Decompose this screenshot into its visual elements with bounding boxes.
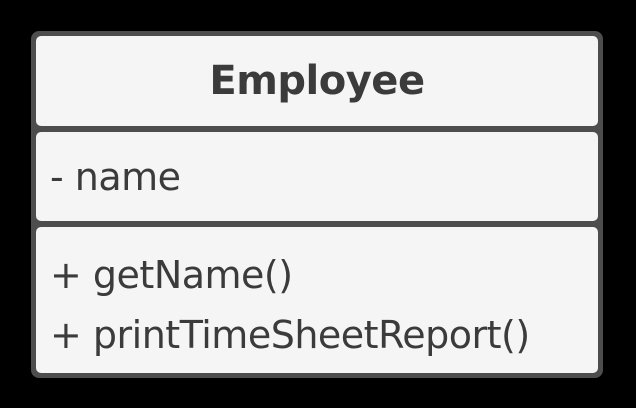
class-name: Employee bbox=[209, 58, 425, 104]
attribute-name: - name bbox=[50, 154, 181, 199]
method-get-name: + getName() bbox=[50, 253, 293, 297]
uml-class-box: Employee - name + getName() + printTimeS… bbox=[31, 31, 603, 378]
methods-compartment: + getName() + printTimeSheetReport() bbox=[36, 227, 598, 373]
attributes-compartment: - name bbox=[36, 132, 598, 221]
class-name-compartment: Employee bbox=[36, 36, 598, 126]
method-print-time-sheet-report: + printTimeSheetReport() bbox=[50, 313, 530, 357]
